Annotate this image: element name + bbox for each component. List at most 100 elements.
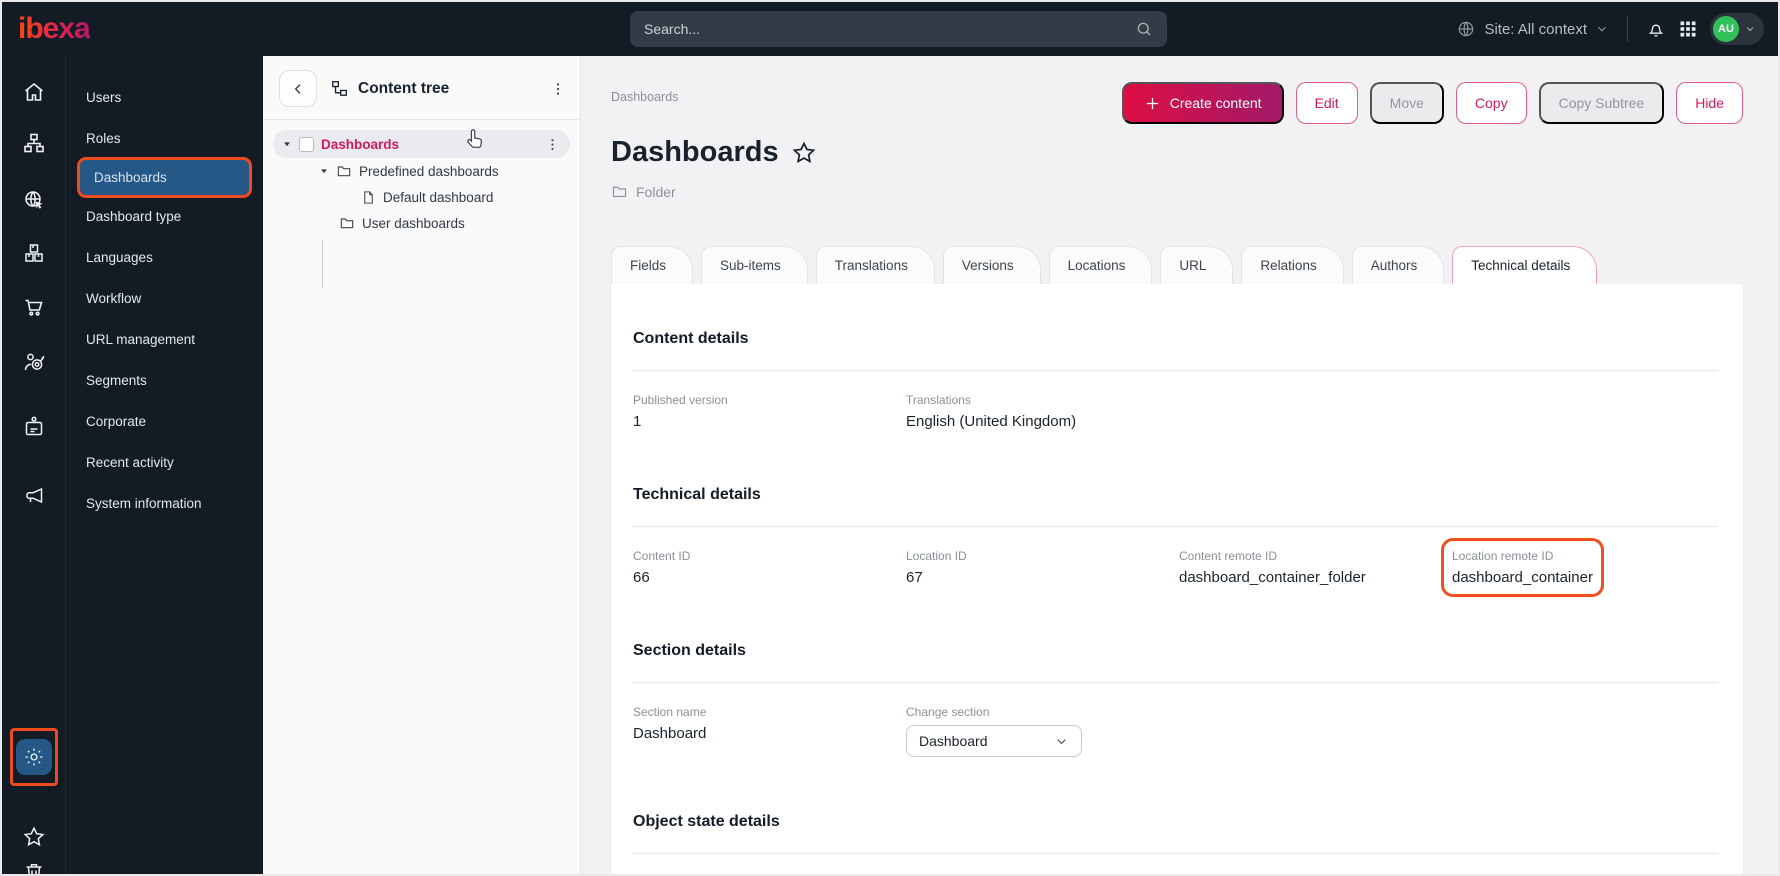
- sidebar-item-recent-activity[interactable]: Recent activity: [66, 443, 263, 482]
- site-context-selector[interactable]: Site: All context: [1456, 19, 1609, 39]
- field-label: Translations: [906, 393, 1179, 407]
- collapse-tree-button[interactable]: [279, 70, 317, 107]
- tab-translations[interactable]: Translations: [816, 246, 935, 284]
- globe-icon: [1456, 19, 1476, 39]
- content-structure-icon[interactable]: [22, 131, 46, 155]
- search-placeholder: Search...: [644, 21, 1135, 37]
- breadcrumb[interactable]: Dashboards: [611, 82, 678, 104]
- tree-node-dashboards[interactable]: Dashboards: [273, 130, 570, 158]
- copy-subtree-button[interactable]: Copy Subtree: [1539, 82, 1665, 124]
- tab-sub-items[interactable]: Sub-items: [701, 246, 808, 284]
- content-details-section: Content details Published version 1 Tran…: [633, 330, 1718, 430]
- tree-node-checkbox[interactable]: [299, 137, 314, 152]
- favorites-star-icon[interactable]: [22, 825, 46, 849]
- tab-url[interactable]: URL: [1160, 246, 1233, 284]
- personalization-icon[interactable]: [22, 350, 46, 374]
- tab-authors[interactable]: Authors: [1352, 246, 1445, 284]
- content-id-value: 66: [633, 569, 906, 586]
- section-name-value: Dashboard: [633, 725, 906, 742]
- mouse-hand-cursor-icon: [463, 128, 485, 152]
- trash-icon[interactable]: [22, 860, 46, 876]
- sidebar-item-users[interactable]: Users: [66, 78, 263, 117]
- object-state-column-header: Group name: [653, 872, 883, 876]
- avatar: AU: [1713, 16, 1739, 42]
- field-label: Change section: [906, 705, 1179, 719]
- published-version-value: 1: [633, 413, 906, 430]
- sidebar-item-dashboards[interactable]: Dashboards: [80, 160, 249, 195]
- tree-node-label: User dashboards: [362, 216, 465, 231]
- location-remote-id-highlight-box: Location remote ID dashboard_container: [1452, 549, 1593, 586]
- field-label: Content ID: [633, 549, 906, 563]
- sidebar-item-url-management[interactable]: URL management: [66, 320, 263, 359]
- site-icon[interactable]: [22, 188, 46, 212]
- content-tree-icon: [330, 79, 349, 98]
- action-buttons: Create content Edit Move Copy Copy Subtr…: [1122, 82, 1743, 124]
- topbar-right: Site: All context AU: [1456, 2, 1764, 56]
- tree-node-user-dashboards[interactable]: User dashboards: [273, 210, 570, 236]
- copy-button[interactable]: Copy: [1456, 82, 1527, 124]
- technical-details-card: Content details Published version 1 Tran…: [611, 284, 1743, 876]
- customer-portal-icon[interactable]: [22, 415, 46, 439]
- site-context-label: Site: All context: [1484, 21, 1587, 38]
- tab-bar: Fields Sub-items Translations Versions L…: [611, 246, 1743, 284]
- tab-fields[interactable]: Fields: [611, 246, 693, 284]
- tab-relations[interactable]: Relations: [1241, 246, 1343, 284]
- object-state-column-header: Change Object state: [1216, 872, 1718, 876]
- tree-node-label: Predefined dashboards: [359, 164, 499, 179]
- page-title: Dashboards: [611, 136, 779, 169]
- tab-locations[interactable]: Locations: [1049, 246, 1153, 284]
- location-remote-id-value: dashboard_container: [1452, 569, 1593, 586]
- apps-grid-icon[interactable]: [1678, 19, 1698, 39]
- tree-node-kebab-icon[interactable]: [545, 137, 560, 152]
- section-heading: Section details: [633, 642, 1718, 660]
- marketing-megaphone-icon[interactable]: [22, 484, 46, 508]
- product-catalog-icon[interactable]: [22, 241, 46, 265]
- notifications-bell-icon[interactable]: [1646, 19, 1666, 39]
- sidebar-item-segments[interactable]: Segments: [66, 361, 263, 400]
- sidebar-item-languages[interactable]: Languages: [66, 238, 263, 277]
- content-type-label: Folder: [636, 184, 676, 200]
- commerce-cart-icon[interactable]: [22, 295, 46, 319]
- topbar-divider: [1627, 16, 1628, 42]
- tree-node-default-dashboard[interactable]: Default dashboard: [273, 184, 570, 210]
- tab-technical-details[interactable]: Technical details: [1452, 246, 1597, 284]
- caret-down-icon[interactable]: [319, 166, 329, 176]
- tree-node-label: Dashboards: [321, 137, 399, 152]
- content-tree-panel: Content tree Dashboards: [263, 56, 581, 874]
- user-menu[interactable]: AU: [1710, 13, 1764, 45]
- sidebar-item-system-information[interactable]: System information: [66, 484, 263, 523]
- change-section-select[interactable]: Dashboard: [906, 725, 1082, 757]
- sidebar-item-roles[interactable]: Roles: [66, 119, 263, 158]
- technical-details-section: Technical details Content ID 66 Location…: [633, 486, 1718, 586]
- sidebar-item-corporate[interactable]: Corporate: [66, 402, 263, 441]
- section-heading: Technical details: [633, 486, 1718, 504]
- chevron-down-icon: [1744, 23, 1756, 35]
- sidebar-item-dashboard-type[interactable]: Dashboard type: [66, 197, 263, 236]
- section-heading: Content details: [633, 330, 1718, 348]
- create-content-button[interactable]: Create content: [1122, 82, 1284, 124]
- caret-down-icon[interactable]: [282, 139, 292, 149]
- file-icon: [361, 190, 376, 205]
- hide-button[interactable]: Hide: [1676, 82, 1743, 124]
- field-label: Location ID: [906, 549, 1179, 563]
- folder-icon: [611, 183, 628, 200]
- content-tree-title: Content tree: [358, 80, 449, 98]
- tree-guide-line: [322, 240, 323, 288]
- ibexa-logo[interactable]: ibexa: [18, 12, 90, 46]
- sidebar-item-workflow[interactable]: Workflow: [66, 279, 263, 318]
- home-icon[interactable]: [22, 80, 46, 104]
- select-value: Dashboard: [919, 733, 988, 749]
- object-state-column-header: Current Object state: [883, 872, 1216, 876]
- field-label: Published version: [633, 393, 906, 407]
- tree-menu-kebab-icon[interactable]: [550, 81, 566, 97]
- move-button[interactable]: Move: [1370, 82, 1444, 124]
- tree-node-predefined-dashboards[interactable]: Predefined dashboards: [273, 158, 570, 184]
- search-input[interactable]: Search...: [630, 11, 1167, 47]
- icon-rail: [2, 56, 66, 874]
- edit-button[interactable]: Edit: [1296, 82, 1358, 124]
- bookmark-star-icon[interactable]: [791, 140, 817, 166]
- settings-gear-icon[interactable]: [16, 739, 52, 775]
- folder-icon: [339, 215, 355, 231]
- field-label: Content remote ID: [1179, 549, 1452, 563]
- tab-versions[interactable]: Versions: [943, 246, 1041, 284]
